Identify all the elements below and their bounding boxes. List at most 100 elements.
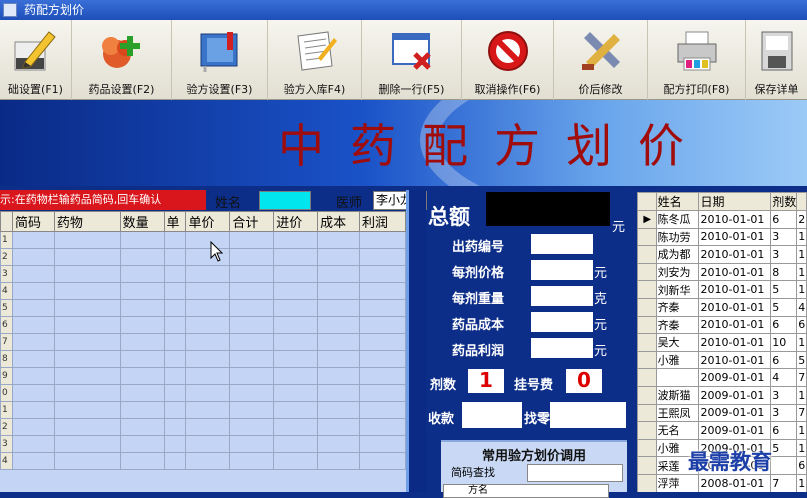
grid-cell[interactable] [229,231,275,249]
grid-cell[interactable] [317,265,361,283]
grid-cell[interactable] [273,265,319,283]
grid-cell[interactable] [273,384,319,402]
grid-cell[interactable] [11,248,55,266]
grid-cell[interactable] [317,401,361,419]
table-row[interactable]: ▶ 陈冬瓜 2010-01-01 6 2 [637,210,807,229]
grid-cell[interactable] [53,316,121,334]
grid-cell[interactable] [53,333,121,351]
grid-cell[interactable] [317,452,361,470]
grid-cell[interactable] [119,384,165,402]
table-row[interactable]: 齐秦 2010-01-01 6 6 [637,315,807,335]
row-selector[interactable] [637,456,657,475]
price-per-dose-input[interactable] [531,260,593,280]
grid-cell[interactable] [273,316,319,334]
grid-cell[interactable] [119,418,165,436]
column-header[interactable]: 药物 [53,211,121,232]
grid-cell[interactable] [317,435,361,453]
grid-cell[interactable] [317,333,361,351]
payment-input[interactable] [462,402,522,428]
column-header[interactable]: 进价 [273,211,319,232]
grid-cell[interactable] [317,350,361,368]
grid-cell[interactable] [11,384,55,402]
grid-cell[interactable] [317,231,361,249]
grid-cell[interactable] [163,282,187,300]
grid-row[interactable]: 9 [0,367,406,385]
grid-cell[interactable] [119,248,165,266]
table-row[interactable]: 齐秦 2010-01-01 5 4 [637,297,807,317]
grid-cell[interactable] [185,401,231,419]
table-row[interactable]: 刘安为 2010-01-01 8 1 [637,262,807,282]
grid-cell[interactable] [53,418,121,436]
grid-cell[interactable] [273,350,319,368]
grid-cell[interactable] [359,333,406,351]
grid-cell[interactable] [163,316,187,334]
column-header[interactable]: 简码 [11,211,55,232]
grid-cell[interactable] [273,367,319,385]
grid-row[interactable]: 1 [0,401,406,419]
weight-per-dose-input[interactable] [531,286,593,306]
grid-row[interactable]: 7 [0,333,406,351]
grid-row[interactable]: 4 [0,452,406,470]
grid-row[interactable]: 3 [0,435,406,453]
column-header[interactable] [796,192,807,211]
post-price-edit-button[interactable]: 价后修改 [554,20,648,100]
cancel-operation-button[interactable]: 取消操作(F6) [462,20,554,100]
table-row[interactable]: 无名 2009-01-01 6 1 [637,421,807,440]
grid-cell[interactable] [53,435,121,453]
name-input[interactable] [259,191,311,210]
drug-profit-input[interactable] [531,338,593,358]
delete-row-button[interactable]: 删除一行(F5) [362,20,462,100]
grid-cell[interactable] [359,299,406,317]
table-row[interactable]: 浮萍 2008-01-01 7 1 [637,473,807,492]
grid-cell[interactable] [53,299,121,317]
grid-cell[interactable] [119,299,165,317]
row-selector[interactable] [637,333,657,352]
grid-cell[interactable] [359,282,406,300]
grid-cell[interactable] [163,350,187,368]
row-selector[interactable] [637,297,657,317]
grid-cell[interactable] [119,316,165,334]
grid-cell[interactable] [11,333,55,351]
grid-cell[interactable] [273,248,319,266]
grid-cell[interactable] [229,435,275,453]
table-row[interactable]: 成为都 2010-01-01 3 1 [637,245,807,264]
table-row[interactable]: 陈功劳 2010-01-01 3 1 [637,227,807,247]
grid-cell[interactable] [359,231,406,249]
grid-cell[interactable] [11,350,55,368]
row-selector[interactable] [637,368,657,387]
save-details-button[interactable]: 保存详单 [746,20,807,100]
grid-cell[interactable] [163,452,187,470]
row-selector[interactable] [637,385,657,405]
grid-cell[interactable] [53,401,121,419]
grid-cell[interactable] [53,231,121,249]
table-row[interactable]: 吴大 2010-01-01 10 1 [637,333,807,352]
row-selector[interactable] [637,473,657,492]
grid-cell[interactable] [163,384,187,402]
table-row[interactable]: 王熙凤 2009-01-01 3 7 [637,403,807,423]
grid-cell[interactable] [185,299,231,317]
grid-cell[interactable] [229,282,275,300]
grid-cell[interactable] [229,452,275,470]
grid-row[interactable]: 1 [0,231,406,249]
grid-cell[interactable] [53,384,121,402]
grid-cell[interactable] [185,452,231,470]
registration-fee-input[interactable]: 0 [566,369,602,393]
grid-cell[interactable] [53,248,121,266]
row-selector[interactable] [637,315,657,335]
column-header[interactable]: 单 [163,211,187,232]
grid-cell[interactable] [317,299,361,317]
grid-cell[interactable] [229,418,275,436]
grid-cell[interactable] [119,367,165,385]
grid-cell[interactable] [359,265,406,283]
print-recipe-button[interactable]: 配方打印(F8) [648,20,746,100]
grid-cell[interactable] [185,367,231,385]
grid-cell[interactable] [11,231,55,249]
grid-cell[interactable] [163,231,187,249]
grid-cell[interactable] [229,333,275,351]
grid-cell[interactable] [273,299,319,317]
grid-cell[interactable] [317,418,361,436]
column-header[interactable]: 成本 [317,211,361,232]
row-selector[interactable] [637,438,657,458]
grid-cell[interactable] [273,282,319,300]
grid-row[interactable]: 0 [0,384,406,402]
